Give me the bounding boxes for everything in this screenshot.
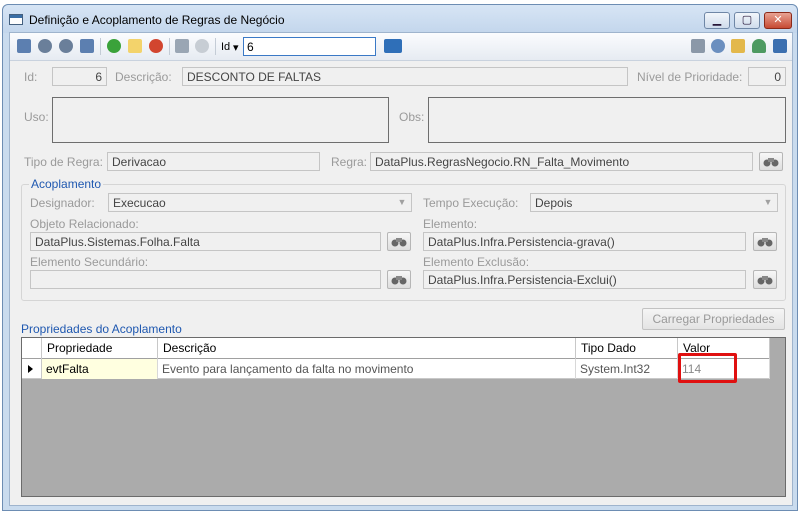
designador-select[interactable]: Execucao ▼ [108, 193, 412, 212]
objeto-pick-button[interactable] [387, 232, 411, 251]
last-record-icon[interactable] [80, 39, 94, 53]
cell-propriedade[interactable]: evtFalta [42, 359, 158, 379]
elemento-secundario-pick-button[interactable] [387, 270, 411, 289]
elemento-secundario-label: Elemento Secundário: [30, 255, 149, 269]
column-header-descricao[interactable]: Descrição [158, 338, 576, 359]
regra-label: Regra: [331, 155, 368, 169]
obs-field[interactable] [428, 97, 786, 143]
elemento-exclusao-pick-button[interactable] [753, 270, 777, 289]
uso-label: Uso: [24, 110, 49, 124]
tipo-regra-field[interactable]: Derivacao [107, 152, 320, 171]
window-icon [9, 14, 23, 25]
obs-label: Obs: [399, 110, 425, 124]
id-search-label: Id [221, 41, 231, 53]
id-search-input[interactable]: 6 [243, 37, 376, 56]
cell-descricao[interactable]: Evento para lançamento da falta no movim… [158, 359, 576, 379]
objeto-relacionado-label: Objeto Relacionado: [30, 217, 139, 231]
cell-tipo-dado[interactable]: System.Int32 [576, 359, 678, 379]
carregar-propriedades-button[interactable]: Carregar Propriedades [642, 308, 785, 330]
previous-record-icon[interactable] [38, 39, 52, 53]
user-icon[interactable] [752, 39, 766, 53]
tempo-execucao-label: Tempo Execução: [423, 196, 519, 210]
tools-icon[interactable] [711, 39, 725, 53]
valor-highlight-annotation [678, 353, 737, 383]
toolbar-separator [169, 38, 170, 55]
delete-icon[interactable] [149, 39, 163, 53]
binoculars-icon [391, 238, 407, 247]
current-row-icon [28, 365, 33, 373]
acoplamento-title: Acoplamento [29, 177, 104, 191]
uso-field[interactable] [52, 97, 389, 143]
chevron-down-icon: ▼ [763, 197, 773, 207]
toolbar-separator [100, 38, 101, 55]
binoculars-icon [757, 238, 773, 247]
window-title: Definição e Acoplamento de Regras de Neg… [29, 13, 285, 27]
close-button[interactable]: ✕ [764, 12, 792, 29]
exit-icon[interactable] [773, 39, 787, 53]
save-icon[interactable] [175, 39, 189, 53]
next-record-icon[interactable] [59, 39, 73, 53]
minimize-button[interactable]: ▁ [704, 12, 730, 29]
descricao-field[interactable]: DESCONTO DE FALTAS [182, 67, 628, 86]
row-selector[interactable] [22, 359, 42, 379]
tipo-regra-label: Tipo de Regra: [24, 155, 103, 169]
tempo-execucao-select[interactable]: Depois ▼ [530, 193, 778, 212]
title-bar[interactable]: Definição e Acoplamento de Regras de Neg… [3, 5, 797, 33]
elemento-exclusao-label: Elemento Exclusão: [423, 255, 530, 269]
toolbar-separator [215, 38, 216, 55]
id-search-dropdown[interactable]: ▾ [233, 41, 239, 54]
prioridade-label: Nível de Prioridade: [637, 70, 743, 84]
notes-icon[interactable] [731, 39, 745, 53]
copy-icon[interactable] [691, 39, 705, 53]
designador-value: Execucao [113, 196, 166, 210]
toolbar: Id ▾ 6 [10, 33, 792, 61]
row-header-corner [22, 338, 42, 359]
elemento-pick-button[interactable] [753, 232, 777, 251]
id-label: Id: [24, 70, 38, 84]
binoculars-icon [757, 276, 773, 285]
binoculars-icon [763, 158, 779, 167]
designador-label: Designador: [30, 196, 95, 210]
column-header-propriedade[interactable]: Propriedade [42, 338, 158, 359]
propriedades-grid: Propriedade Descrição Tipo Dado Valor ev… [21, 337, 786, 497]
tempo-execucao-value: Depois [535, 196, 573, 210]
chevron-down-icon: ▼ [397, 197, 407, 207]
first-record-icon[interactable] [17, 39, 31, 53]
propriedades-title: Propriedades do Acoplamento [21, 322, 182, 336]
binoculars-icon [391, 276, 407, 285]
app-window: Definição e Acoplamento de Regras de Neg… [2, 4, 798, 511]
elemento-label: Elemento: [423, 217, 478, 231]
regra-pick-button[interactable] [759, 152, 783, 171]
elemento-field[interactable]: DataPlus.Infra.Persistencia-grava() [423, 232, 746, 251]
column-header-tipo-dado[interactable]: Tipo Dado [576, 338, 678, 359]
regra-field[interactable]: DataPlus.RegrasNegocio.RN_Falta_Moviment… [370, 152, 753, 171]
edit-icon[interactable] [128, 39, 142, 53]
objeto-relacionado-field[interactable]: DataPlus.Sistemas.Folha.Falta [30, 232, 381, 251]
id-field[interactable]: 6 [52, 67, 107, 86]
add-icon[interactable] [107, 39, 121, 53]
elemento-secundario-field[interactable] [30, 270, 381, 289]
prioridade-field[interactable]: 0 [748, 67, 786, 86]
table-row[interactable]: evtFalta Evento para lançamento da falta… [22, 359, 770, 379]
search-go-icon[interactable] [384, 39, 402, 53]
form-client-area: Id ▾ 6 Id: 6 Descrição: DESCONTO DE FALT… [9, 32, 793, 506]
descricao-label: Descrição: [115, 70, 172, 84]
maximize-button[interactable]: ▢ [734, 12, 760, 29]
undo-icon[interactable] [195, 39, 209, 53]
grid-header: Propriedade Descrição Tipo Dado Valor [22, 338, 770, 359]
elemento-exclusao-field[interactable]: DataPlus.Infra.Persistencia-Exclui() [423, 270, 746, 289]
